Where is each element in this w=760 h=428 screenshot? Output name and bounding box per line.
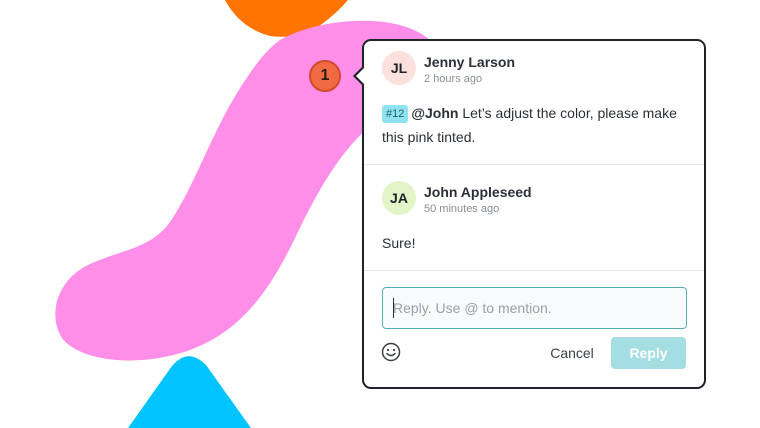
design-canvas[interactable]: 1 JL Jenny Larson 2 hours ago #12 @John L… — [0, 0, 760, 428]
cancel-button[interactable]: Cancel — [542, 337, 602, 369]
emoji-button[interactable] — [380, 341, 402, 363]
divider — [364, 164, 704, 165]
user-mention[interactable]: @John — [411, 105, 458, 121]
reply-input[interactable] — [382, 287, 687, 329]
comment-timestamp: 2 hours ago — [424, 73, 483, 85]
avatar: JL — [382, 51, 416, 85]
comment-author: John Appleseed — [424, 184, 532, 200]
blue-triangle-shape[interactable] — [128, 356, 251, 428]
reply-button[interactable]: Reply — [611, 337, 686, 369]
smiley-face-icon — [381, 342, 401, 362]
comment-thread-popover: JL Jenny Larson 2 hours ago #12 @John Let… — [353, 39, 706, 389]
comment-marker[interactable]: 1 — [309, 60, 341, 92]
text-caret — [393, 298, 394, 318]
issue-tag[interactable]: #12 — [382, 105, 409, 123]
comment-body: Sure! — [382, 235, 416, 251]
comment-author: Jenny Larson — [424, 54, 516, 70]
comment-timestamp: 50 minutes ago — [424, 203, 500, 215]
avatar: JA — [382, 181, 416, 215]
popover-arrow-inner — [356, 67, 365, 85]
comment-body: #12 @John Let’s adjust the color, please … — [382, 101, 682, 149]
divider — [364, 270, 704, 271]
